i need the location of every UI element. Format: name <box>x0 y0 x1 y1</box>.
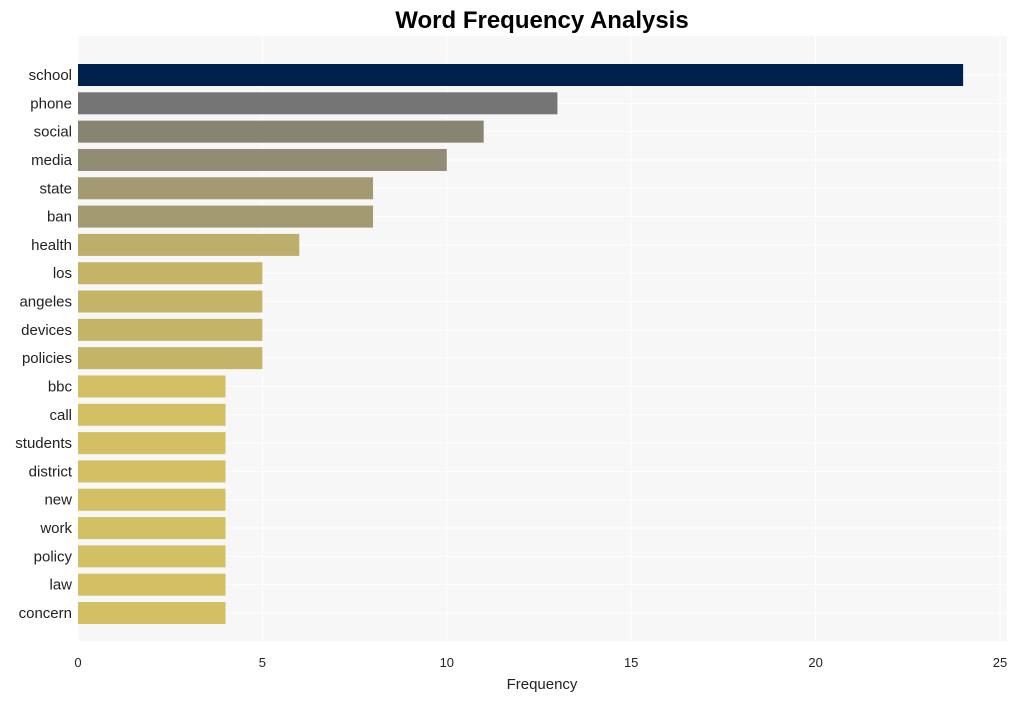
y-label-media: media <box>31 152 73 169</box>
x-tick-10: 10 <box>440 655 454 670</box>
y-label-school: school <box>29 67 72 84</box>
y-axis-labels: school phone social media state ban health los a… <box>15 67 73 622</box>
x-axis-label: Frequency <box>507 676 578 693</box>
x-tick-5: 5 <box>259 655 266 670</box>
bar-state <box>78 177 374 200</box>
bar-call <box>78 403 226 426</box>
y-label-devices: devices <box>21 322 72 339</box>
word-frequency-chart: Word Frequency Analysis school phone socia… <box>15 7 1007 693</box>
y-label-health: health <box>31 237 72 254</box>
bar-law <box>78 573 226 596</box>
bar-angeles <box>78 290 263 313</box>
y-label-district: district <box>29 463 73 480</box>
x-tick-25: 25 <box>993 655 1007 670</box>
bar-media <box>78 148 447 171</box>
bar-students <box>78 432 226 455</box>
y-label-new: new <box>44 492 72 509</box>
y-label-state: state <box>39 180 72 197</box>
bar-policy <box>78 545 226 568</box>
y-label-phone: phone <box>30 95 72 112</box>
bar-ban <box>78 205 374 228</box>
y-label-angeles: angeles <box>19 294 72 311</box>
bar-school <box>78 64 964 86</box>
y-label-students: students <box>15 435 72 452</box>
y-label-concern: concern <box>19 605 72 622</box>
bar-bbc <box>78 375 226 398</box>
chart-title: Word Frequency Analysis <box>395 7 688 34</box>
x-tick-15: 15 <box>624 655 638 670</box>
bar-work <box>78 517 226 540</box>
bar-los <box>78 262 263 285</box>
x-tick-20: 20 <box>808 655 822 670</box>
y-label-call: call <box>49 407 72 424</box>
y-label-bbc: bbc <box>48 378 73 395</box>
y-label-los: los <box>53 265 72 282</box>
bar-devices <box>78 318 263 341</box>
bar-district <box>78 460 226 483</box>
bar-new <box>78 488 226 511</box>
bar-social <box>78 120 484 143</box>
y-label-social: social <box>34 124 72 141</box>
bar-phone <box>78 92 558 115</box>
y-label-policy: policy <box>34 548 73 565</box>
x-tick-0: 0 <box>74 655 81 670</box>
y-label-law: law <box>49 577 72 594</box>
y-label-ban: ban <box>47 209 72 226</box>
x-axis-ticks: 0 5 10 15 20 25 <box>74 655 1007 670</box>
bar-policies <box>78 347 263 370</box>
bar-concern <box>78 602 226 624</box>
y-label-policies: policies <box>22 350 72 367</box>
bar-health <box>78 233 300 256</box>
y-label-work: work <box>39 520 72 537</box>
